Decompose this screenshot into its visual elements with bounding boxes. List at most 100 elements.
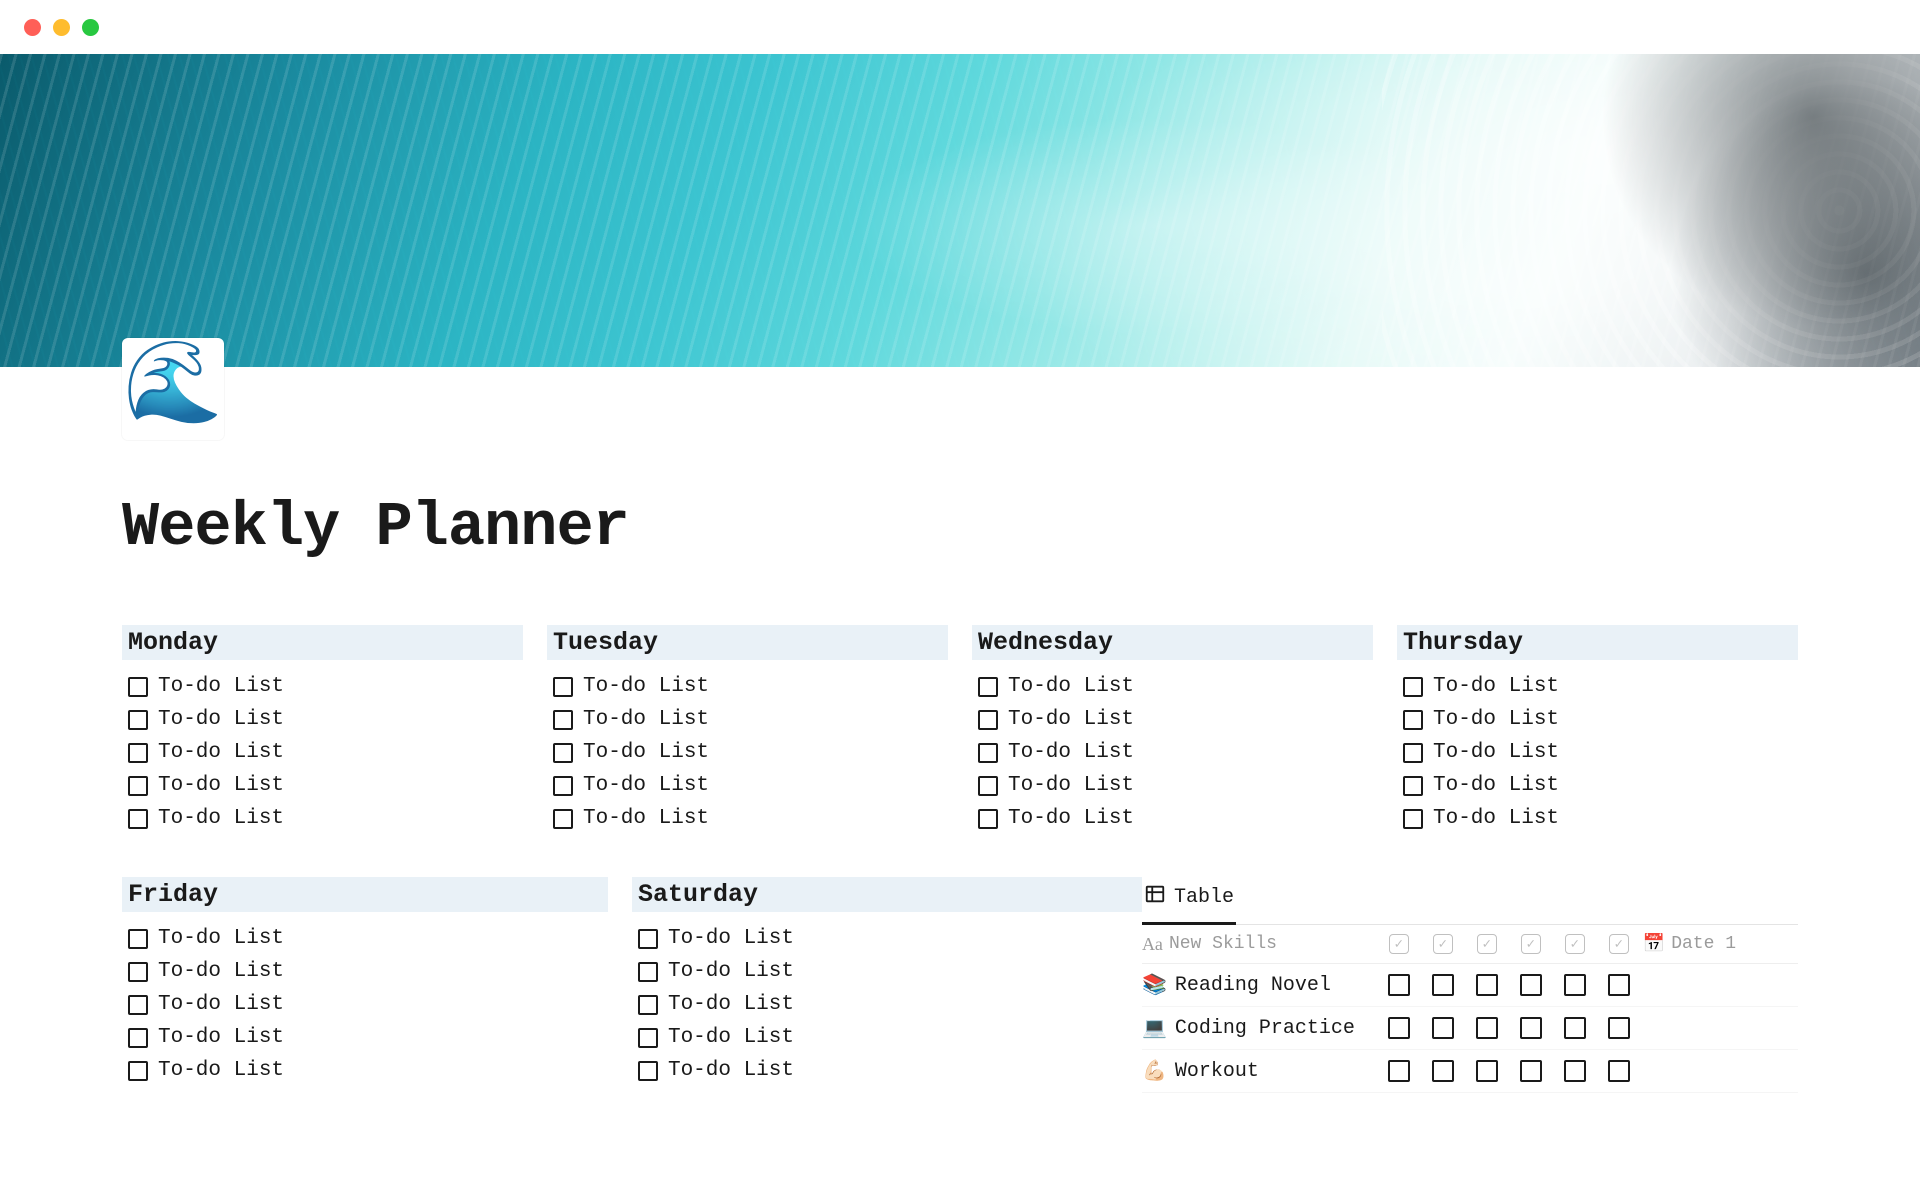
checkbox[interactable] (1388, 1017, 1410, 1039)
window-close-button[interactable] (24, 19, 41, 36)
todo-item[interactable]: To-do List (972, 670, 1373, 703)
checkbox[interactable] (128, 962, 148, 982)
table-row[interactable]: 💪🏻Workout (1142, 1050, 1798, 1093)
checkbox[interactable] (1403, 776, 1423, 796)
checkbox[interactable] (553, 776, 573, 796)
todo-item[interactable]: To-do List (122, 922, 608, 955)
todo-item[interactable]: To-do List (632, 1021, 1118, 1054)
skill-name-cell[interactable]: 📚Reading Novel (1142, 972, 1375, 998)
day-heading[interactable]: Monday (122, 625, 523, 660)
checkbox[interactable] (638, 995, 658, 1015)
checkbox[interactable] (1388, 1060, 1410, 1082)
checkbox[interactable] (553, 809, 573, 829)
todo-item[interactable]: To-do List (547, 802, 948, 835)
todo-item[interactable]: To-do List (1397, 703, 1798, 736)
todo-item[interactable]: To-do List (122, 955, 608, 988)
checkbox[interactable] (638, 929, 658, 949)
checkbox[interactable] (1432, 974, 1454, 996)
todo-item[interactable]: To-do List (547, 703, 948, 736)
todo-item[interactable]: To-do List (972, 736, 1373, 769)
day-heading[interactable]: Wednesday (972, 625, 1373, 660)
table-row[interactable]: 💻Coding Practice (1142, 1007, 1798, 1050)
checkbox[interactable] (1476, 1060, 1498, 1082)
checkbox[interactable] (553, 677, 573, 697)
todo-item[interactable]: To-do List (1397, 802, 1798, 835)
column-header-name[interactable]: AaNew Skills (1142, 934, 1375, 955)
day-heading[interactable]: Friday (122, 877, 608, 912)
checkbox[interactable] (638, 962, 658, 982)
checkbox[interactable] (978, 743, 998, 763)
checkbox[interactable] (1564, 1060, 1586, 1082)
checkbox[interactable] (638, 1061, 658, 1081)
checkbox[interactable] (1388, 974, 1410, 996)
table-view-tab[interactable]: Table (1142, 877, 1236, 925)
checkbox[interactable] (1608, 1017, 1630, 1039)
todo-item[interactable]: To-do List (122, 703, 523, 736)
checkbox[interactable] (978, 710, 998, 730)
todo-item[interactable]: To-do List (122, 736, 523, 769)
checkbox[interactable] (1476, 974, 1498, 996)
todo-item[interactable]: To-do List (632, 955, 1118, 988)
column-header-checkbox[interactable]: ✓ (1511, 934, 1551, 954)
todo-item[interactable]: To-do List (122, 1021, 608, 1054)
checkbox[interactable] (1432, 1017, 1454, 1039)
cover-image[interactable] (0, 54, 1920, 367)
checkbox[interactable] (1403, 710, 1423, 730)
todo-item[interactable]: To-do List (972, 802, 1373, 835)
checkbox[interactable] (1432, 1060, 1454, 1082)
checkbox[interactable] (638, 1028, 658, 1048)
checkbox[interactable] (128, 677, 148, 697)
page-title[interactable]: Weekly Planner (122, 492, 1798, 563)
checkbox[interactable] (128, 929, 148, 949)
checkbox[interactable] (1476, 1017, 1498, 1039)
todo-item[interactable]: To-do List (122, 802, 523, 835)
todo-item[interactable]: To-do List (632, 988, 1118, 1021)
column-header-checkbox[interactable]: ✓ (1467, 934, 1507, 954)
skill-name-cell[interactable]: 💪🏻Workout (1142, 1058, 1375, 1084)
checkbox[interactable] (128, 995, 148, 1015)
checkbox[interactable] (1403, 743, 1423, 763)
checkbox[interactable] (128, 809, 148, 829)
checkbox[interactable] (1608, 1060, 1630, 1082)
checkbox[interactable] (978, 776, 998, 796)
checkbox[interactable] (128, 1028, 148, 1048)
checkbox[interactable] (978, 809, 998, 829)
column-header-checkbox[interactable]: ✓ (1379, 934, 1419, 954)
todo-item[interactable]: To-do List (632, 922, 1118, 955)
todo-item[interactable]: To-do List (122, 1054, 608, 1087)
checkbox[interactable] (1564, 1017, 1586, 1039)
checkbox[interactable] (1403, 677, 1423, 697)
todo-item[interactable]: To-do List (547, 736, 948, 769)
page-icon[interactable]: 🌊 (122, 338, 224, 440)
checkbox[interactable] (1520, 1060, 1542, 1082)
todo-item[interactable]: To-do List (122, 670, 523, 703)
todo-item[interactable]: To-do List (547, 769, 948, 802)
todo-item[interactable]: To-do List (972, 769, 1373, 802)
checkbox[interactable] (553, 743, 573, 763)
todo-item[interactable]: To-do List (1397, 670, 1798, 703)
day-heading[interactable]: Saturday (632, 877, 1142, 912)
checkbox[interactable] (1608, 974, 1630, 996)
window-minimize-button[interactable] (53, 19, 70, 36)
todo-item[interactable]: To-do List (632, 1054, 1118, 1087)
checkbox[interactable] (1520, 1017, 1542, 1039)
checkbox[interactable] (128, 1061, 148, 1081)
column-header-checkbox[interactable]: ✓ (1555, 934, 1595, 954)
checkbox[interactable] (1403, 809, 1423, 829)
day-heading[interactable]: Tuesday (547, 625, 948, 660)
todo-item[interactable]: To-do List (1397, 736, 1798, 769)
todo-item[interactable]: To-do List (122, 988, 608, 1021)
column-header-checkbox[interactable]: ✓ (1423, 934, 1463, 954)
column-header-date[interactable]: 📅Date 1 (1643, 933, 1798, 955)
checkbox[interactable] (1520, 974, 1542, 996)
checkbox[interactable] (553, 710, 573, 730)
table-row[interactable]: 📚Reading Novel (1142, 964, 1798, 1007)
window-maximize-button[interactable] (82, 19, 99, 36)
skill-name-cell[interactable]: 💻Coding Practice (1142, 1015, 1375, 1041)
checkbox[interactable] (128, 710, 148, 730)
day-heading[interactable]: Thursday (1397, 625, 1798, 660)
todo-item[interactable]: To-do List (972, 703, 1373, 736)
column-header-checkbox[interactable]: ✓ (1599, 934, 1639, 954)
todo-item[interactable]: To-do List (547, 670, 948, 703)
checkbox[interactable] (128, 776, 148, 796)
